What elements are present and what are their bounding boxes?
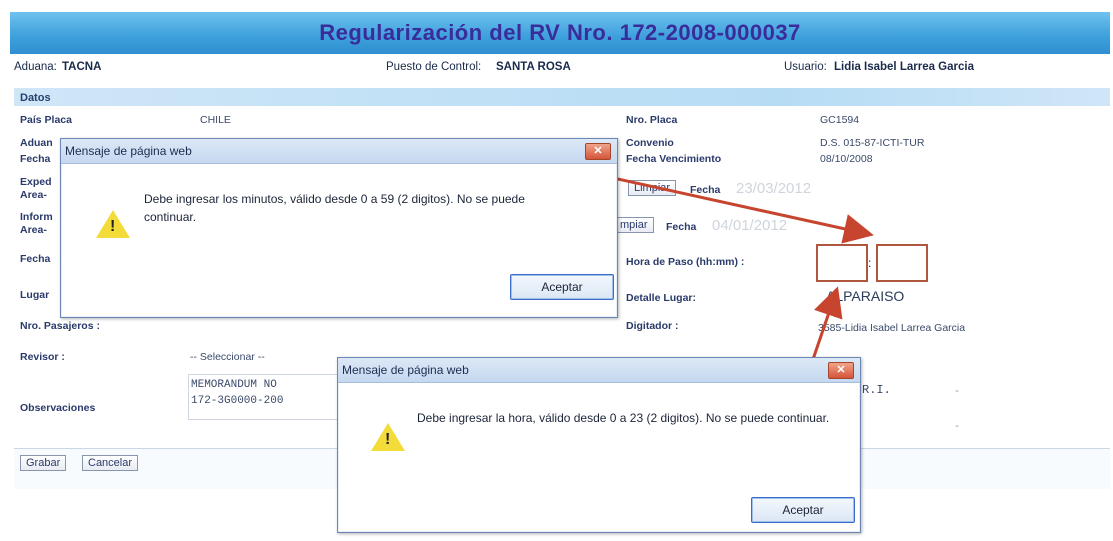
warning-icon: !: [371, 423, 405, 451]
aceptar-button[interactable]: Aceptar: [751, 497, 855, 523]
dialog-title-bar: Mensaje de página web ✕: [338, 358, 860, 383]
close-icon[interactable]: ✕: [585, 143, 611, 160]
dialog-body: ! Debe ingresar los minutos, válido desd…: [62, 164, 616, 316]
close-icon[interactable]: ✕: [828, 362, 854, 379]
dialog-title-bar: Mensaje de página web ✕: [61, 139, 617, 164]
dialog-message: Debe ingresar los minutos, válido desde …: [144, 192, 525, 224]
dialog-message: Debe ingresar la hora, válido desde 0 a …: [417, 411, 830, 425]
dialog-body: ! Debe ingresar la hora, válido desde 0 …: [339, 383, 859, 531]
alert-dialog-minutes: Mensaje de página web ✕ ! Debe ingresar …: [60, 138, 618, 318]
dialog-title: Mensaje de página web: [342, 363, 469, 377]
warning-icon: !: [96, 210, 130, 238]
dialog-title: Mensaje de página web: [65, 144, 192, 158]
aceptar-button[interactable]: Aceptar: [510, 274, 614, 300]
arrow-to-minutes: [585, 170, 874, 244]
alert-dialog-hour: Mensaje de página web ✕ ! Debe ingresar …: [337, 357, 861, 533]
